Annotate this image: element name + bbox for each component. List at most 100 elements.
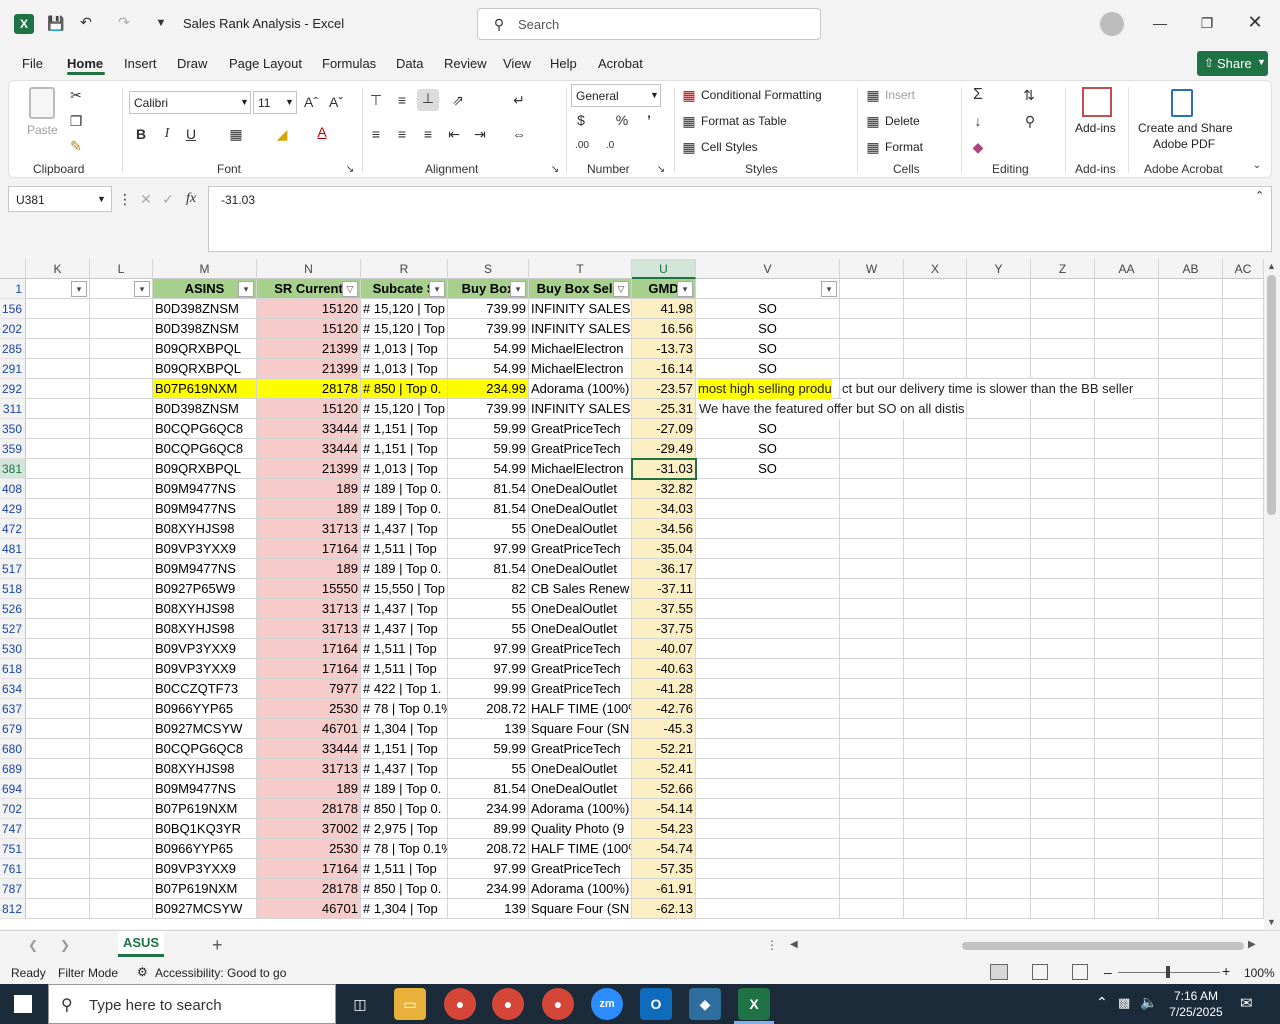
table-cell[interactable]: B09M9477NS bbox=[153, 499, 257, 519]
table-cell[interactable] bbox=[1223, 299, 1264, 319]
table-cell[interactable] bbox=[90, 579, 153, 599]
row-header[interactable]: 311 bbox=[0, 399, 26, 419]
borders-icon[interactable]: ▦ bbox=[227, 125, 245, 143]
table-cell[interactable]: B09VP3YXX9 bbox=[153, 539, 257, 559]
table-cell[interactable] bbox=[967, 619, 1031, 639]
row-header[interactable]: 526 bbox=[0, 599, 26, 619]
table-cell[interactable] bbox=[1223, 319, 1264, 339]
name-box[interactable]: U381 ▼ bbox=[8, 186, 112, 212]
table-cell[interactable]: B09QRXBPQL bbox=[153, 459, 257, 479]
table-cell[interactable]: 28178 bbox=[257, 379, 361, 399]
table-cell[interactable] bbox=[1223, 639, 1264, 659]
table-cell[interactable]: B0CQPG6QC8 bbox=[153, 439, 257, 459]
table-cell[interactable] bbox=[26, 399, 90, 419]
page-break-view-icon[interactable] bbox=[1072, 964, 1088, 980]
table-cell[interactable] bbox=[904, 619, 967, 639]
collapse-formula-bar-icon[interactable]: ⌃ bbox=[1255, 189, 1264, 202]
table-cell[interactable] bbox=[1095, 439, 1159, 459]
table-cell[interactable] bbox=[840, 779, 904, 799]
column-header-x[interactable]: X bbox=[904, 259, 967, 279]
chrome-profile-2-icon[interactable]: ● bbox=[492, 988, 524, 1020]
table-cell[interactable]: -52.66 bbox=[632, 779, 696, 799]
cancel-entry-icon[interactable]: ✕ bbox=[138, 190, 154, 208]
table-cell[interactable] bbox=[26, 719, 90, 739]
table-cell[interactable] bbox=[840, 639, 904, 659]
table-cell[interactable] bbox=[696, 679, 840, 699]
table-cell[interactable] bbox=[967, 359, 1031, 379]
cell[interactable] bbox=[696, 279, 840, 299]
table-cell[interactable] bbox=[26, 359, 90, 379]
table-cell[interactable] bbox=[904, 579, 967, 599]
status-accessibility[interactable]: Accessibility: Good to go bbox=[155, 966, 286, 980]
table-cell[interactable]: 59.99 bbox=[448, 739, 529, 759]
table-cell[interactable] bbox=[1223, 899, 1264, 919]
column-header-w[interactable]: W bbox=[840, 259, 904, 279]
table-cell[interactable] bbox=[967, 479, 1031, 499]
table-cell[interactable]: 81.54 bbox=[448, 479, 529, 499]
table-cell[interactable]: # 422 | Top 1. bbox=[361, 679, 448, 699]
table-cell[interactable]: 189 bbox=[257, 479, 361, 499]
table-cell[interactable] bbox=[1095, 639, 1159, 659]
filter-dropdown-icon[interactable]: ▾ bbox=[429, 281, 445, 297]
table-cell[interactable] bbox=[840, 599, 904, 619]
table-cell[interactable] bbox=[1031, 479, 1095, 499]
scroll-right-icon[interactable]: ▶ bbox=[1248, 939, 1256, 950]
table-cell[interactable] bbox=[696, 479, 840, 499]
table-cell[interactable]: B0966YYP65 bbox=[153, 839, 257, 859]
table-cell[interactable] bbox=[1095, 319, 1159, 339]
table-cell[interactable] bbox=[967, 839, 1031, 859]
outlook-icon[interactable]: O bbox=[640, 988, 672, 1020]
table-cell[interactable] bbox=[1031, 859, 1095, 879]
table-cell[interactable] bbox=[696, 519, 840, 539]
table-cell[interactable]: B09QRXBPQL bbox=[153, 359, 257, 379]
table-cell[interactable] bbox=[840, 459, 904, 479]
table-cell[interactable]: -41.28 bbox=[632, 679, 696, 699]
table-cell[interactable] bbox=[1031, 879, 1095, 899]
table-cell[interactable] bbox=[1159, 579, 1223, 599]
table-cell[interactable]: # 1,304 | Top bbox=[361, 719, 448, 739]
table-cell[interactable] bbox=[696, 759, 840, 779]
table-cell[interactable] bbox=[696, 739, 840, 759]
table-cell[interactable] bbox=[904, 859, 967, 879]
table-cell[interactable] bbox=[26, 879, 90, 899]
table-cell[interactable]: 189 bbox=[257, 559, 361, 579]
table-cell[interactable] bbox=[696, 599, 840, 619]
currency-icon[interactable]: $ bbox=[573, 111, 589, 129]
table-cell[interactable]: -40.07 bbox=[632, 639, 696, 659]
merge-center-icon[interactable]: ⇔ bbox=[509, 125, 529, 143]
row-header[interactable]: 291 bbox=[0, 359, 26, 379]
worksheet-grid[interactable]: K L M N R S T U V W X Y Z AA AB AC 1 ▾ ▾ ASINS ▾ SR Current ▽… bbox=[0, 259, 1264, 929]
table-cell[interactable] bbox=[26, 779, 90, 799]
table-cell[interactable]: B09QRXBPQL bbox=[153, 339, 257, 359]
table-cell[interactable]: # 1,151 | Top bbox=[361, 739, 448, 759]
table-cell[interactable] bbox=[1223, 799, 1264, 819]
table-cell[interactable] bbox=[840, 519, 904, 539]
prev-sheet-icon[interactable]: ❮ bbox=[28, 938, 38, 952]
table-cell[interactable]: Square Four (SN bbox=[529, 899, 632, 919]
formula-input[interactable]: -31.03 ⌃ bbox=[208, 186, 1272, 252]
table-cell[interactable] bbox=[1223, 419, 1264, 439]
table-cell[interactable] bbox=[1159, 619, 1223, 639]
table-cell[interactable] bbox=[1031, 359, 1095, 379]
table-cell[interactable] bbox=[904, 459, 967, 479]
table-cell[interactable] bbox=[696, 779, 840, 799]
table-cell[interactable] bbox=[1095, 579, 1159, 599]
table-cell[interactable]: Adorama (100%) bbox=[529, 379, 632, 399]
table-cell[interactable]: # 189 | Top 0. bbox=[361, 779, 448, 799]
table-cell[interactable] bbox=[1031, 559, 1095, 579]
cell[interactable] bbox=[840, 279, 904, 299]
table-cell[interactable] bbox=[1095, 399, 1159, 419]
row-header[interactable]: 527 bbox=[0, 619, 26, 639]
table-cell[interactable]: B09VP3YXX9 bbox=[153, 639, 257, 659]
table-cell[interactable] bbox=[904, 779, 967, 799]
column-header-l[interactable]: L bbox=[90, 259, 153, 279]
table-cell[interactable] bbox=[696, 899, 840, 919]
table-cell[interactable] bbox=[1031, 519, 1095, 539]
table-cell[interactable]: # 15,120 | Top bbox=[361, 319, 448, 339]
align-right-icon[interactable]: ≡ bbox=[419, 125, 437, 143]
table-cell[interactable]: # 15,550 | Top bbox=[361, 579, 448, 599]
table-cell[interactable]: 41.98 bbox=[632, 299, 696, 319]
row-header[interactable]: 359 bbox=[0, 439, 26, 459]
table-cell[interactable] bbox=[1031, 819, 1095, 839]
cut-icon[interactable]: ✂ bbox=[67, 86, 85, 104]
